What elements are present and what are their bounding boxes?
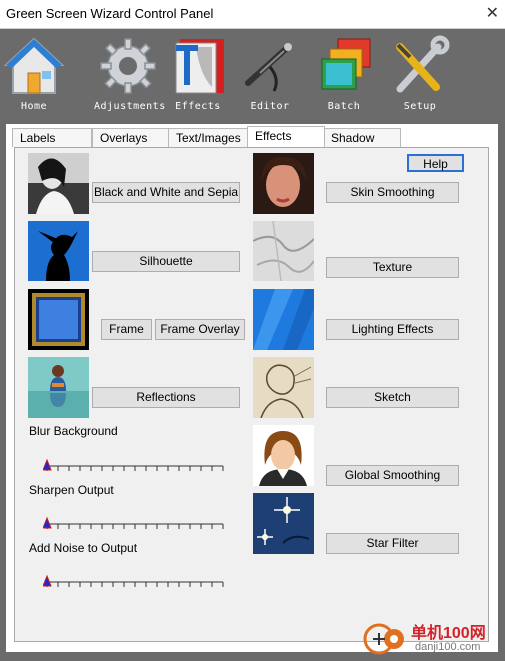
frame-thumbnail: [28, 289, 89, 350]
toolbar-editor-button[interactable]: Editor: [236, 29, 304, 121]
reflections-thumbnail: [28, 357, 89, 418]
slider-track[interactable]: [42, 568, 227, 596]
texture-thumbnail: [253, 221, 314, 281]
star-filter-thumbnail: [253, 493, 314, 554]
black-and-white-sepia-button[interactable]: Black and White and Sepia: [92, 182, 240, 203]
sketch-button[interactable]: Sketch: [326, 387, 459, 408]
lighting-effects-button[interactable]: Lighting Effects: [326, 319, 459, 340]
watermark: 单机100网 danji100.com: [349, 619, 499, 659]
toolbar-batch-button[interactable]: Batch: [310, 29, 378, 121]
tab-overlays[interactable]: Overlays: [92, 128, 174, 147]
watermark-logo-icon: [363, 623, 404, 655]
watermark-url: danji100.com: [415, 641, 481, 653]
add-noise-label: Add Noise to Output: [29, 541, 138, 555]
tab-text-images[interactable]: Text/Images: [168, 128, 248, 147]
toolbar-batch-label: Batch: [327, 101, 361, 112]
toolbar-adjustments-button[interactable]: Adjustments: [94, 29, 166, 121]
stack-icon: [321, 38, 371, 90]
close-icon[interactable]: ✕: [486, 3, 499, 23]
star-filter-button[interactable]: Star Filter: [326, 533, 459, 554]
silhouette-button[interactable]: Silhouette: [92, 251, 240, 272]
sharpen-output-slider[interactable]: [42, 510, 227, 538]
tab-shadow[interactable]: Shadow: [323, 128, 401, 147]
toolbar-home-label: Home: [20, 101, 48, 112]
toolbar-effects-button[interactable]: Effects: [164, 29, 232, 121]
reflections-button[interactable]: Reflections: [92, 387, 240, 408]
title-bar: Green Screen Wizard Control Panel ✕: [0, 0, 505, 29]
window-title: Green Screen Wizard Control Panel: [6, 6, 214, 21]
slider-thumb[interactable]: [42, 516, 52, 529]
tools-icon: [396, 35, 450, 93]
slider-track[interactable]: [42, 510, 227, 538]
blur-background-slider[interactable]: [42, 452, 227, 480]
global-smoothing-button[interactable]: Global Smoothing: [326, 465, 459, 486]
toolbar-adjustments-label: Adjustments: [94, 101, 166, 112]
effects-tab-content: Help Black and White and Sepia Silhouett…: [14, 147, 489, 642]
slider-thumb[interactable]: [42, 574, 52, 587]
toolbar-setup-button[interactable]: Setup: [386, 29, 454, 121]
help-button[interactable]: Help: [407, 154, 464, 172]
global-smoothing-thumbnail: [253, 425, 314, 486]
frame-button[interactable]: Frame: [101, 319, 152, 340]
sharpen-output-label: Sharpen Output: [29, 483, 114, 497]
silhouette-thumbnail: [28, 221, 89, 281]
frame-overlay-button[interactable]: Frame Overlay: [155, 319, 245, 340]
add-noise-slider[interactable]: [42, 568, 227, 596]
slider-track[interactable]: [42, 452, 227, 480]
skin-smoothing-button[interactable]: Skin Smoothing: [326, 182, 459, 203]
house-icon: [4, 37, 64, 94]
toolbar-effects-label: Effects: [175, 101, 221, 112]
lighting-effects-thumbnail: [253, 289, 314, 350]
toolbar: Home Adjustments Effects Editor Batch Se…: [0, 29, 505, 121]
toolbar-setup-label: Setup: [403, 101, 437, 112]
toolbar-editor-label: Editor: [250, 101, 290, 112]
toolbar-home-button[interactable]: Home: [0, 29, 68, 121]
sketch-thumbnail: [253, 357, 314, 418]
texture-button[interactable]: Texture: [326, 257, 459, 278]
watermark-text: 单机100网: [411, 625, 486, 642]
tab-labels[interactable]: Labels: [12, 128, 92, 147]
gear-icon: [100, 38, 156, 94]
skin-smoothing-thumbnail: [253, 153, 314, 214]
black-and-white-thumbnail: [28, 153, 89, 214]
tab-effects[interactable]: Effects: [247, 126, 325, 147]
slider-thumb[interactable]: [42, 458, 52, 471]
blur-background-label: Blur Background: [29, 424, 118, 438]
effects-icon: [175, 39, 224, 94]
airbrush-icon: [245, 43, 292, 92]
